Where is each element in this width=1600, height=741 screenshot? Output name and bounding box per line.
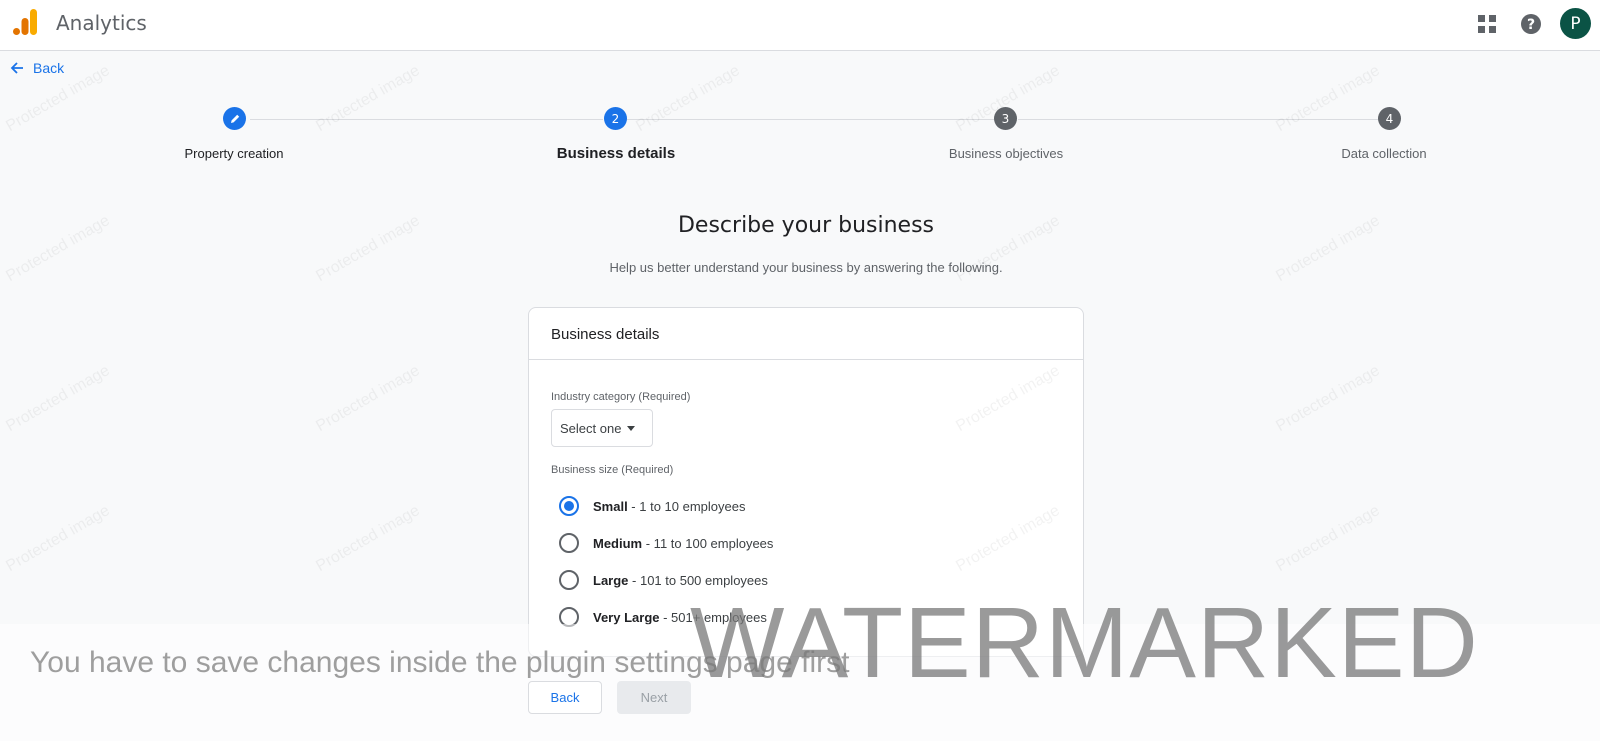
size-option-small[interactable]: Small - 1 to 10 employees <box>559 495 745 517</box>
analytics-logo-icon <box>13 9 37 35</box>
protected-watermark: Protected image <box>313 62 423 136</box>
avatar[interactable]: P <box>1560 8 1591 39</box>
size-option-name: Medium <box>593 535 643 551</box>
arrow-back-icon <box>10 62 23 74</box>
step-3-label: Business objectives <box>948 146 1064 161</box>
protected-watermark: Protected image <box>313 362 423 436</box>
app-title: Analytics <box>56 11 147 35</box>
step-4-label: Data collection <box>1341 146 1427 161</box>
protected-watermark: Protected image <box>313 502 423 576</box>
protected-watermark: Protected image <box>633 62 743 136</box>
step-2-label: Business details <box>556 145 676 162</box>
business-size-label: Business size (Required) <box>551 464 674 476</box>
step-1-label: Property creation <box>184 146 284 161</box>
size-option-name: Small <box>593 498 628 514</box>
protected-watermark: Protected image <box>1273 502 1383 576</box>
size-option-range: - 1 to 10 employees <box>627 498 746 514</box>
back-link[interactable]: Back <box>10 59 64 77</box>
help-icon[interactable]: ? <box>1517 10 1545 38</box>
apps-grid-icon[interactable] <box>1473 10 1501 38</box>
back-button[interactable]: Back <box>528 681 602 714</box>
size-option-range: - 11 to 100 employees <box>642 535 774 551</box>
step-2-circle: 2 <box>604 107 627 130</box>
stepper-connector <box>1018 119 1379 120</box>
step-1-edit-icon[interactable] <box>223 107 246 130</box>
stepper-connector <box>250 119 603 120</box>
stepper-connector <box>626 119 996 120</box>
industry-category-value: Select one <box>560 420 622 436</box>
industry-category-select[interactable]: Select one <box>551 409 653 447</box>
caret-down-icon <box>627 425 636 431</box>
protected-watermark: Protected image <box>1273 362 1383 436</box>
size-option-medium[interactable]: Medium - 11 to 100 employees <box>559 532 773 554</box>
size-option-range: - 101 to 500 employees <box>628 572 768 588</box>
top-bar: Analytics ? P <box>0 0 1600 51</box>
back-link-label: Back <box>33 60 65 76</box>
industry-category-label: Industry category (Required) <box>551 391 691 403</box>
step-4-circle: 4 <box>1378 107 1401 130</box>
protected-watermark: Protected image <box>3 362 113 436</box>
protected-watermark: Protected image <box>1273 62 1383 136</box>
protected-watermark: Protected image <box>3 502 113 576</box>
size-option-name: Very Large <box>593 609 660 625</box>
watermark-text: WATERMARKED <box>690 587 1479 699</box>
svg-text:?: ? <box>1527 17 1535 33</box>
radio-unselected-icon[interactable] <box>559 533 579 553</box>
radio-unselected-icon[interactable] <box>559 570 579 590</box>
page-subtitle: Help us better understand your business … <box>609 260 1003 275</box>
card-title: Business details <box>529 308 1083 360</box>
size-option-name: Large <box>593 572 629 588</box>
next-button[interactable]: Next <box>617 681 691 714</box>
radio-selected-icon[interactable] <box>559 496 579 516</box>
